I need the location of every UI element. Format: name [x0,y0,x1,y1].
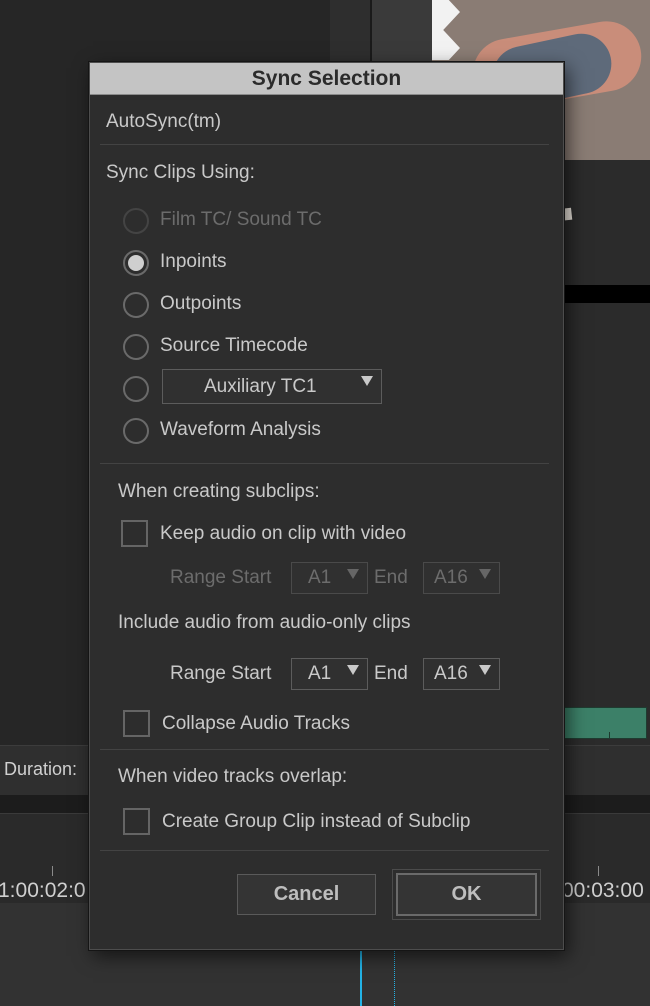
autosync-label: AutoSync(tm) [106,111,222,132]
sync-clips-using-label: Sync Clips Using: [106,162,255,183]
radio-inpoints[interactable] [123,250,149,276]
ruler-tick [598,866,599,876]
playhead[interactable] [360,945,362,1006]
sync-selection-dialog: Sync Selection AutoSync(tm) Sync Clips U… [89,62,564,950]
range2-start-label: Range Start [170,663,272,684]
range1-start-value: A1 [308,567,332,588]
chevron-down-icon [361,376,373,386]
range1-end-value: A16 [434,567,468,588]
range1-start-label: Range Start [170,567,272,588]
chevron-down-icon [347,665,359,675]
collapse-audio-checkbox[interactable] [123,710,150,737]
radio-auxiliary-tc[interactable] [123,376,149,402]
subclips-heading: When creating subclips: [118,481,320,502]
radio-source-timecode[interactable] [123,334,149,360]
range2-end-label: End [374,663,408,684]
radio-outpoints[interactable] [123,292,149,318]
ruler-timecode: 00:03:00 [562,879,644,902]
dialog-title[interactable]: Sync Selection [90,63,563,95]
keep-audio-checkbox[interactable] [121,520,148,547]
divider [100,749,549,750]
range1-end-dropdown[interactable]: A16 [423,562,500,594]
divider [100,144,549,145]
include-audio-label: Include audio from audio-only clips [118,612,411,633]
radio-waveform-label: Waveform Analysis [160,419,321,440]
chevron-down-icon [479,569,491,579]
collapse-audio-label: Collapse Audio Tracks [162,713,350,734]
range2-end-value: A16 [434,663,468,684]
auxiliary-tc-value: Auxiliary TC1 [204,375,317,397]
divider [100,463,549,464]
radio-outpoints-label: Outpoints [160,293,242,314]
ruler-timecode: 1:00:02:0 [0,879,86,902]
timeline-clip[interactable] [560,707,647,739]
radio-film-tc[interactable] [123,208,149,234]
radio-waveform[interactable] [123,418,149,444]
duration-label: Duration: [4,759,78,779]
auxiliary-tc-dropdown[interactable]: Auxiliary TC1 [162,369,382,404]
range2-end-dropdown[interactable]: A16 [423,658,500,690]
chevron-down-icon [347,569,359,579]
keep-audio-label: Keep audio on clip with video [160,523,407,544]
range1-end-label: End [374,567,408,588]
range2-start-dropdown[interactable]: A1 [291,658,368,690]
divider [100,850,549,851]
range2-start-value: A1 [308,663,332,684]
chevron-down-icon [479,665,491,675]
group-clip-label: Create Group Clip instead of Subclip [162,811,471,832]
overlap-heading: When video tracks overlap: [118,766,348,787]
playhead-marker [394,945,395,1006]
group-clip-checkbox[interactable] [123,808,150,835]
radio-source-timecode-label: Source Timecode [160,335,308,356]
range1-start-dropdown[interactable]: A1 [291,562,368,594]
cancel-button[interactable]: Cancel [237,874,376,915]
radio-film-tc-label: Film TC/ Sound TC [160,209,322,230]
radio-inpoints-label: Inpoints [160,251,227,272]
ruler-tick [52,866,53,876]
ok-button[interactable]: OK [392,869,541,920]
